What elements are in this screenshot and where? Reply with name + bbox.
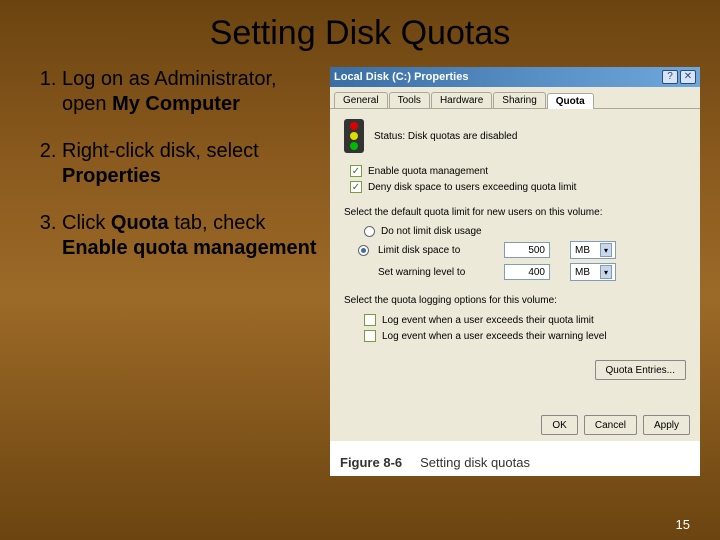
status-label: Status: bbox=[374, 131, 405, 142]
properties-dialog: Local Disk (C:) Properties ? ✕ General T… bbox=[330, 67, 700, 441]
step-1: Log on as Administrator, open My Compute… bbox=[62, 67, 320, 117]
warn-label: Set warning level to bbox=[378, 267, 498, 278]
tab-tools[interactable]: Tools bbox=[389, 92, 430, 108]
no-limit-label: Do not limit disk usage bbox=[381, 226, 482, 237]
limit-to-label: Limit disk space to bbox=[378, 245, 498, 256]
no-limit-radio[interactable] bbox=[364, 226, 375, 237]
tab-hardware[interactable]: Hardware bbox=[431, 92, 492, 108]
warn-unit-select[interactable]: MB ▾ bbox=[570, 263, 616, 281]
status-value: Disk quotas are disabled bbox=[408, 131, 518, 142]
dialog-body: Status: Disk quotas are disabled ✓ Enabl… bbox=[330, 109, 700, 409]
log-quota-checkbox[interactable] bbox=[364, 314, 376, 326]
dialog-titlebar: Local Disk (C:) Properties ? ✕ bbox=[330, 67, 700, 87]
ok-button[interactable]: OK bbox=[541, 415, 577, 435]
chevron-down-icon: ▾ bbox=[600, 243, 612, 257]
chevron-down-icon: ▾ bbox=[600, 265, 612, 279]
tab-sharing[interactable]: Sharing bbox=[493, 92, 545, 108]
close-button[interactable]: ✕ bbox=[680, 70, 696, 84]
default-limit-label: Select the default quota limit for new u… bbox=[344, 207, 686, 218]
log-quota-label: Log event when a user exceeds their quot… bbox=[382, 315, 594, 326]
figure-caption: Figure 8-6 Setting disk quotas bbox=[330, 441, 700, 476]
traffic-light-icon bbox=[344, 119, 364, 153]
enable-quota-label: Enable quota management bbox=[368, 166, 488, 177]
dialog-title: Local Disk (C:) Properties bbox=[334, 71, 468, 83]
figure-caption-text: Setting disk quotas bbox=[420, 455, 530, 470]
figure-number: Figure 8-6 bbox=[340, 455, 402, 470]
cancel-button[interactable]: Cancel bbox=[584, 415, 637, 435]
enable-quota-checkbox[interactable]: ✓ bbox=[350, 165, 362, 177]
limit-unit-select[interactable]: MB ▾ bbox=[570, 241, 616, 259]
tab-general[interactable]: General bbox=[334, 92, 388, 108]
help-button[interactable]: ? bbox=[662, 70, 678, 84]
log-warning-checkbox[interactable] bbox=[364, 330, 376, 342]
log-warning-label: Log event when a user exceeds their warn… bbox=[382, 331, 607, 342]
dialog-button-row: OK Cancel Apply bbox=[330, 409, 700, 441]
limit-radio[interactable] bbox=[358, 245, 369, 256]
figure-panel: Local Disk (C:) Properties ? ✕ General T… bbox=[330, 67, 700, 476]
step-3: Click Quota tab, check Enable quota mana… bbox=[62, 211, 320, 261]
tab-quota[interactable]: Quota bbox=[547, 93, 594, 109]
quota-entries-button[interactable]: Quota Entries... bbox=[595, 360, 686, 380]
limit-value-input[interactable]: 500 bbox=[504, 242, 550, 258]
slide-title: Setting Disk Quotas bbox=[0, 0, 720, 61]
logging-label: Select the quota logging options for thi… bbox=[344, 295, 686, 306]
tab-row: General Tools Hardware Sharing Quota bbox=[330, 87, 700, 109]
deny-space-checkbox[interactable]: ✓ bbox=[350, 181, 362, 193]
step-2: Right-click disk, select Properties bbox=[62, 139, 320, 189]
slide-number: 15 bbox=[676, 517, 690, 532]
warn-value-input[interactable]: 400 bbox=[504, 264, 550, 280]
steps-list: Log on as Administrator, open My Compute… bbox=[40, 67, 320, 476]
apply-button[interactable]: Apply bbox=[643, 415, 690, 435]
deny-space-label: Deny disk space to users exceeding quota… bbox=[368, 182, 576, 193]
